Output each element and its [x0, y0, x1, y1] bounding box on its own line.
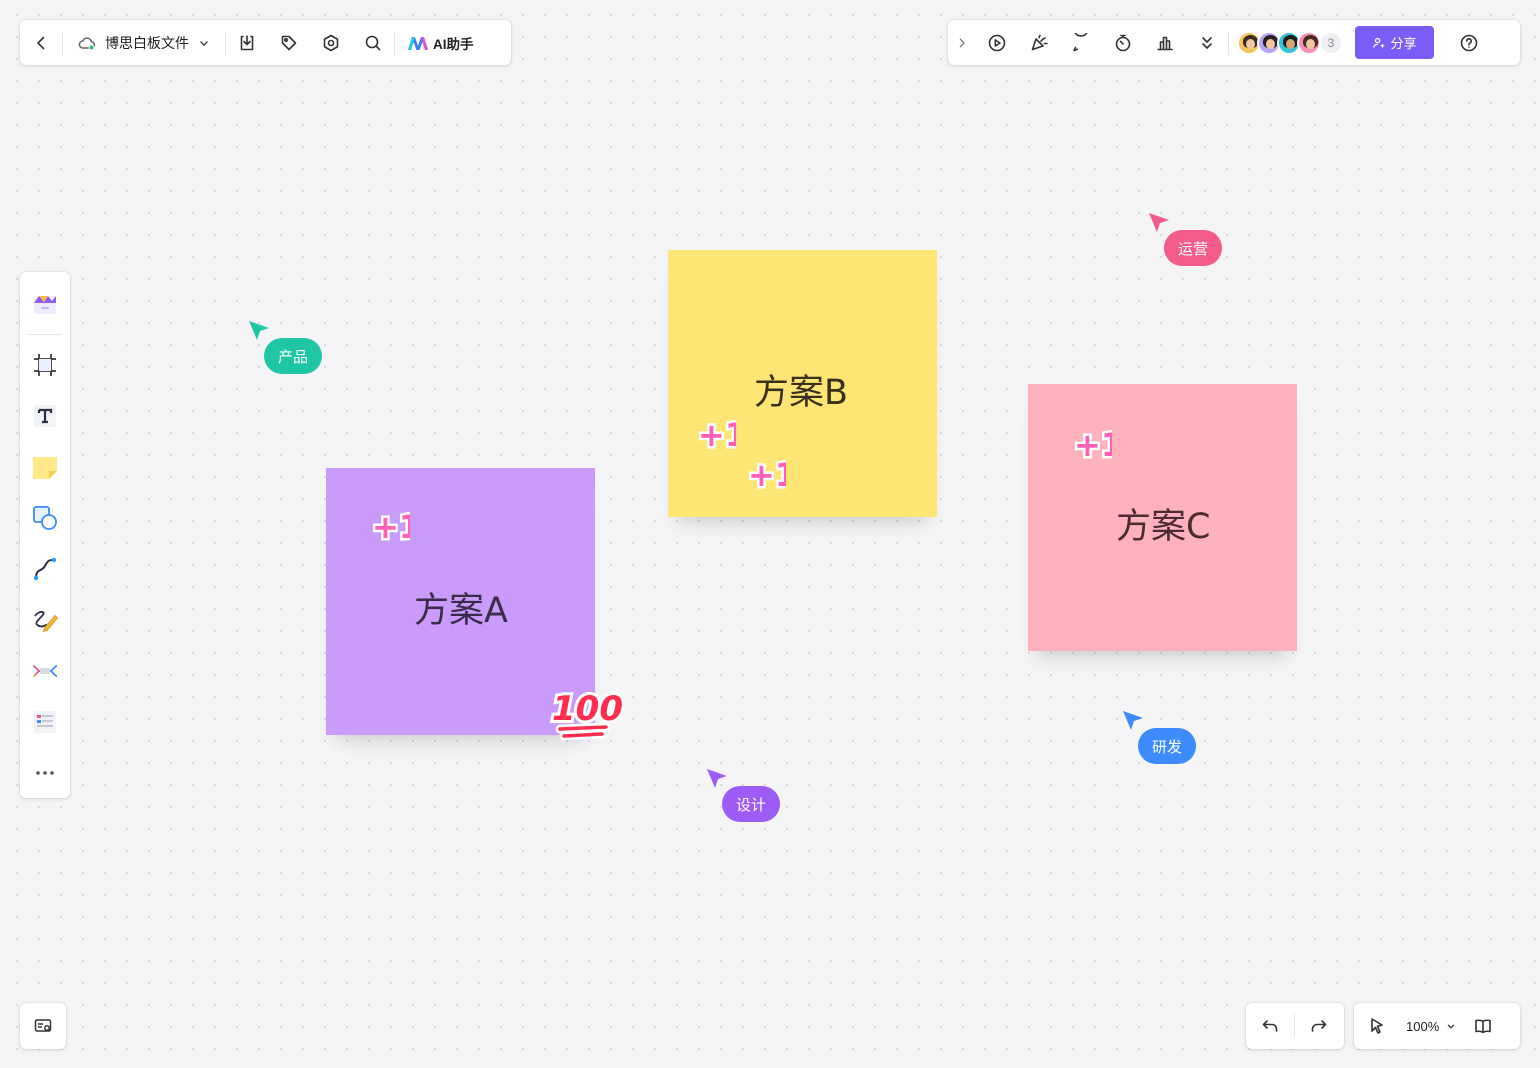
settings-button[interactable]	[310, 21, 352, 65]
comment-icon	[1073, 32, 1088, 51]
guide-button[interactable]	[1463, 1004, 1503, 1048]
template-icon	[34, 295, 56, 314]
cursor-arrow-icon	[1123, 711, 1143, 730]
text-tool[interactable]	[20, 390, 70, 441]
sticky-note-label: 方案B	[754, 373, 849, 413]
ai-logo-icon	[408, 36, 428, 50]
timer-icon	[1115, 34, 1131, 51]
collapse-toolbar-button[interactable]	[948, 21, 976, 65]
vote-button[interactable]	[1144, 21, 1186, 65]
avatar[interactable]	[1297, 30, 1321, 55]
search-button[interactable]	[352, 21, 394, 65]
select-tool-button[interactable]	[1354, 1004, 1400, 1048]
divider	[28, 334, 62, 335]
cursor-arrow-icon	[1149, 213, 1169, 232]
party-popper-icon	[1031, 34, 1048, 50]
tag-icon	[281, 35, 297, 50]
download-icon	[240, 34, 254, 50]
svg-text:100: 100	[552, 689, 623, 729]
collaborator-avatars[interactable]: 3	[1229, 30, 1343, 55]
search-icon	[365, 35, 381, 50]
hundred-points-sticker[interactable]: 100	[548, 682, 624, 742]
sticky-note-c[interactable]: 方案C	[1028, 384, 1297, 651]
cursor-label: 产品	[264, 338, 323, 374]
more-icon	[36, 770, 54, 775]
doc-title-dropdown[interactable]: 博思白板文件	[63, 21, 225, 65]
chevron-down-icon	[1447, 1024, 1455, 1029]
more-tools-button[interactable]	[1186, 21, 1228, 65]
zoom-dropdown[interactable]: 100%	[1400, 1004, 1463, 1048]
connector-tool[interactable]	[20, 543, 70, 594]
tag-button[interactable]	[268, 21, 310, 65]
back-button[interactable]	[20, 21, 62, 65]
sticky-note-icon	[33, 456, 57, 479]
shape-tool[interactable]	[20, 492, 70, 543]
cloud-synced-icon	[78, 36, 96, 50]
sticky-note-b[interactable]: 方案B	[668, 250, 937, 517]
chevron-left-icon	[37, 36, 45, 49]
help-icon	[1460, 34, 1478, 51]
play-circle-icon	[988, 34, 1006, 51]
share-button[interactable]: 分享	[1355, 26, 1434, 59]
sticky-note-label: 方案A	[414, 591, 508, 631]
comment-button[interactable]	[1060, 21, 1102, 65]
chevrons-down-icon	[1202, 36, 1212, 49]
cursor-label: 研发	[1138, 728, 1197, 764]
pen-tool[interactable]	[20, 594, 70, 645]
text-icon	[34, 404, 56, 427]
avatar-overflow-count[interactable]: 3	[1319, 30, 1343, 55]
frame-icon	[34, 353, 56, 376]
mindmap-tool[interactable]	[20, 645, 70, 696]
mindmap-icon	[32, 664, 58, 677]
undo-icon	[1262, 1020, 1278, 1032]
top-left-toolbar: 博思白板文件 AI助手	[20, 20, 511, 65]
add-user-icon	[1373, 37, 1385, 48]
map-pin-icon	[34, 1019, 52, 1032]
shape-icon	[33, 505, 57, 530]
redo-icon	[1311, 1020, 1327, 1032]
top-right-toolbar: 3 分享	[948, 20, 1520, 65]
export-button[interactable]	[226, 21, 268, 65]
minimap-toggle-button[interactable]	[20, 1003, 66, 1049]
redo-button[interactable]	[1295, 1004, 1343, 1048]
chevron-down-icon	[200, 40, 208, 46]
sticky-note-label: 方案C	[1116, 507, 1211, 547]
template-tool[interactable]	[20, 278, 70, 329]
undo-button[interactable]	[1246, 1004, 1294, 1048]
help-button[interactable]	[1448, 21, 1490, 65]
pen-icon	[34, 610, 59, 632]
left-toolbar	[20, 272, 70, 798]
present-button[interactable]	[976, 21, 1018, 65]
doc-title: 博思白板文件	[105, 34, 189, 51]
more-tools[interactable]	[20, 747, 70, 798]
table-tool[interactable]	[20, 696, 70, 747]
cursor-arrow-icon	[249, 321, 269, 340]
ai-assistant-label: AI助手	[433, 36, 474, 52]
cursor-arrow-icon	[707, 769, 727, 788]
timer-button[interactable]	[1102, 21, 1144, 65]
frame-tool[interactable]	[20, 339, 70, 390]
bar-chart-icon	[1157, 36, 1173, 50]
gear-icon	[323, 34, 339, 51]
book-icon	[1475, 1019, 1492, 1034]
history-controls	[1246, 1003, 1344, 1049]
view-controls: 100%	[1354, 1003, 1520, 1049]
cursor-label: 运营	[1164, 230, 1223, 266]
share-label: 分享	[1390, 36, 1417, 51]
connector-icon	[33, 557, 57, 580]
pointer-icon	[1371, 1018, 1383, 1034]
table-icon	[34, 710, 56, 733]
celebrate-button[interactable]	[1018, 21, 1060, 65]
cursor-label: 设计	[722, 786, 781, 822]
sticky-note-tool[interactable]	[20, 441, 70, 492]
ai-assistant-button[interactable]: AI助手	[395, 21, 486, 65]
zoom-value: 100%	[1406, 1018, 1440, 1034]
chevron-right-icon	[959, 38, 965, 47]
